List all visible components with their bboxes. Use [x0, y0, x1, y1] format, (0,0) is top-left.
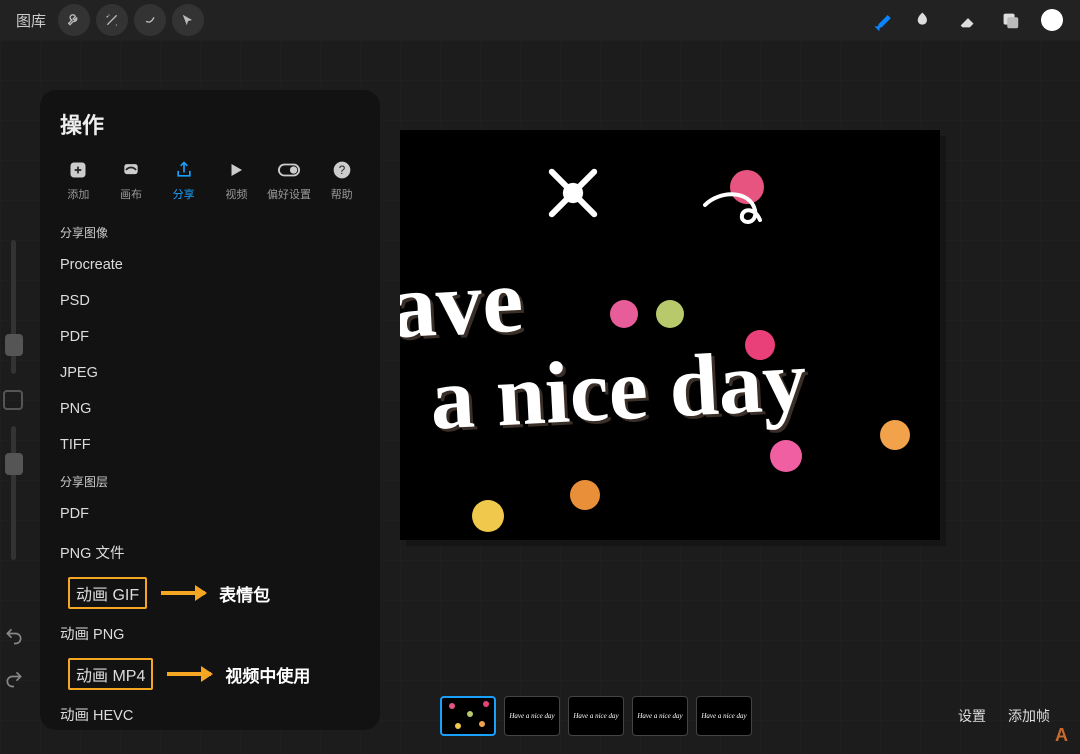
tab-canvas-label: 画布	[120, 186, 142, 202]
dot-decoration	[656, 300, 684, 328]
export-layer-png-files[interactable]: PNG 文件	[40, 532, 380, 573]
frame-thumb-label: Have a nice day	[701, 712, 746, 720]
tab-prefs[interactable]: 偏好设置	[263, 152, 316, 208]
export-anim-hevc[interactable]: 动画 HEVC	[40, 694, 380, 735]
topbar-right-group	[866, 2, 1070, 38]
dot-decoration	[880, 420, 910, 450]
animation-timeline: Have a nice day Have a nice day Have a n…	[400, 684, 1060, 748]
export-anim-png[interactable]: 动画 PNG	[40, 613, 380, 654]
lettering-line2: a nice day	[428, 330, 809, 451]
layers-icon[interactable]	[992, 2, 1028, 38]
tab-help-label: 帮助	[331, 186, 353, 202]
export-procreate[interactable]: Procreate	[40, 247, 380, 283]
add-frame-button[interactable]: 添加帧	[1008, 706, 1050, 726]
animation-frame[interactable]: Have a nice day	[568, 696, 624, 736]
mp4-annotation-row: 动画 MP4 视频中使用	[40, 654, 380, 694]
export-pdf[interactable]: PDF	[40, 319, 380, 355]
actions-tab-row: 添加 画布 分享 视频 偏好设置 ? 帮助	[40, 152, 380, 214]
dot-decoration	[610, 300, 638, 328]
gallery-button[interactable]: 图库	[10, 6, 52, 35]
tab-share[interactable]: 分享	[157, 152, 210, 208]
actions-popover: 操作 添加 画布 分享 视频 偏好设置 ? 帮助 分享图像 Procreate P…	[40, 90, 380, 730]
swirl-decoration	[700, 190, 770, 240]
frame-thumb-label: Have a nice day	[509, 712, 554, 720]
left-slider-group	[0, 240, 26, 560]
export-tiff[interactable]: TIFF	[40, 427, 380, 463]
frame-thumb-label: Have a nice day	[637, 712, 682, 720]
modify-button[interactable]	[3, 390, 23, 410]
share-icon	[172, 158, 196, 182]
tab-video[interactable]: 视频	[210, 152, 263, 208]
animation-frame[interactable]: Have a nice day	[504, 696, 560, 736]
toggle-icon	[277, 158, 301, 182]
frame-strip: Have a nice day Have a nice day Have a n…	[440, 696, 752, 736]
eraser-icon[interactable]	[950, 2, 986, 38]
tab-add-label: 添加	[67, 186, 89, 202]
wand-icon[interactable]	[96, 4, 128, 36]
watermark-icon: A	[1055, 725, 1068, 746]
timeline-options: 设置 添加帧	[958, 706, 1060, 726]
share-image-header: 分享图像	[40, 214, 380, 247]
dot-decoration	[472, 500, 504, 532]
animation-frame[interactable]	[440, 696, 496, 736]
export-anim-gif[interactable]: 动画 GIF	[68, 577, 147, 609]
artboard[interactable]: ave a nice day	[400, 130, 940, 540]
dot-decoration	[770, 440, 802, 472]
selection-icon[interactable]	[134, 4, 166, 36]
export-jpeg[interactable]: JPEG	[40, 355, 380, 391]
animation-frame[interactable]: Have a nice day	[632, 696, 688, 736]
play-icon	[224, 158, 248, 182]
undo-redo-group	[4, 626, 24, 694]
lettering-line1: ave	[400, 247, 526, 360]
tab-prefs-label: 偏好设置	[267, 186, 311, 202]
tab-canvas[interactable]: 画布	[105, 152, 158, 208]
gif-annotation-label: 表情包	[219, 581, 270, 606]
svg-text:?: ?	[338, 164, 345, 177]
plus-icon	[66, 158, 90, 182]
canvas-icon	[119, 158, 143, 182]
topbar-left-group: 图库	[10, 4, 204, 36]
popover-title: 操作	[40, 108, 380, 152]
canvas-area: 操作 添加 画布 分享 视频 偏好设置 ? 帮助 分享图像 Procreate P…	[0, 40, 1080, 754]
export-layer-pdf[interactable]: PDF	[40, 496, 380, 532]
tab-help[interactable]: ? 帮助	[315, 152, 368, 208]
sparkle-icon	[540, 160, 605, 225]
arrow-icon	[161, 591, 205, 595]
mp4-annotation-label: 视频中使用	[225, 662, 310, 687]
color-swatch[interactable]	[1034, 2, 1070, 38]
redo-icon[interactable]	[4, 669, 24, 694]
wrench-icon[interactable]	[58, 4, 90, 36]
tab-video-label: 视频	[225, 186, 247, 202]
cursor-icon[interactable]	[172, 4, 204, 36]
top-toolbar: 图库	[0, 0, 1080, 40]
undo-icon[interactable]	[4, 626, 24, 651]
opacity-slider[interactable]	[11, 426, 16, 560]
arrow-icon	[167, 672, 211, 676]
smudge-icon[interactable]	[908, 2, 944, 38]
export-anim-mp4[interactable]: 动画 MP4	[68, 658, 153, 690]
tab-add[interactable]: 添加	[52, 152, 105, 208]
help-icon: ?	[330, 158, 354, 182]
brush-size-slider[interactable]	[11, 240, 16, 374]
frame-thumb-label: Have a nice day	[573, 712, 618, 720]
dot-decoration	[570, 480, 600, 510]
tab-share-label: 分享	[173, 186, 195, 202]
gif-annotation-row: 动画 GIF 表情包	[40, 573, 380, 613]
brush-icon[interactable]	[866, 2, 902, 38]
export-psd[interactable]: PSD	[40, 283, 380, 319]
timeline-settings-button[interactable]: 设置	[958, 706, 986, 726]
animation-frame[interactable]: Have a nice day	[696, 696, 752, 736]
share-layer-header: 分享图层	[40, 463, 380, 496]
export-png[interactable]: PNG	[40, 391, 380, 427]
